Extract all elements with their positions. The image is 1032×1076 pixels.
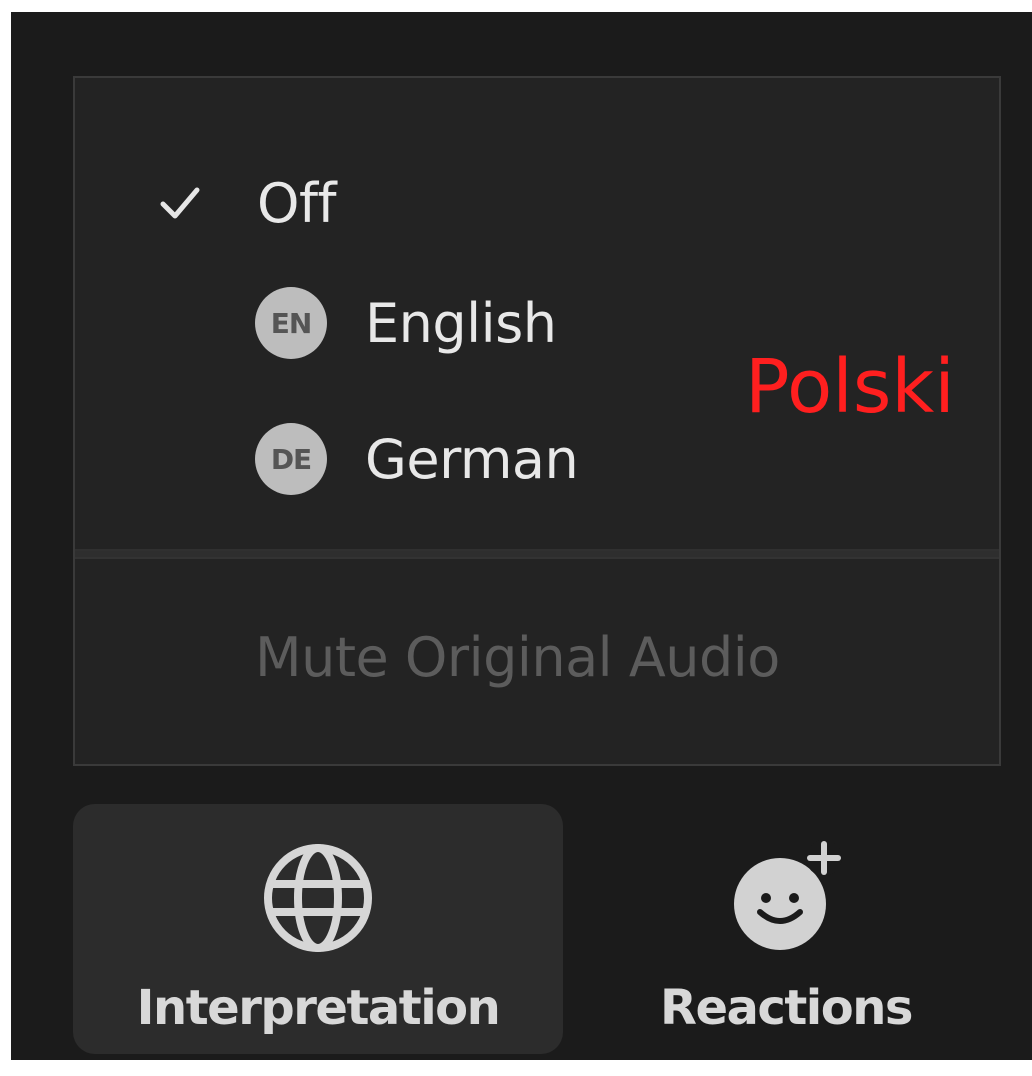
interpretation-label: Interpretation [136, 980, 501, 1036]
meeting-window: Off EN English DE German Mute Original A… [11, 12, 1032, 1060]
language-badge-de: DE [255, 423, 327, 495]
interpretation-menu: Off EN English DE German Mute Original A… [73, 76, 1001, 766]
menu-item-off[interactable]: Off [75, 148, 999, 258]
checkmark-icon [160, 187, 200, 219]
interpretation-button[interactable]: Interpretation [73, 804, 563, 1054]
menu-item-label: Off [257, 171, 337, 235]
mute-original-audio-item: Mute Original Audio [255, 626, 780, 689]
smiley-plus-icon [734, 840, 842, 950]
polski-annotation: Polski [745, 344, 955, 430]
menu-item-label: English [365, 291, 557, 355]
reactions-label: Reactions [660, 980, 913, 1036]
menu-item-label: German [365, 427, 579, 491]
language-badge-en: EN [255, 287, 327, 359]
menu-divider [75, 549, 999, 559]
reactions-button[interactable]: Reactions [611, 804, 961, 1054]
globe-icon [264, 844, 372, 952]
